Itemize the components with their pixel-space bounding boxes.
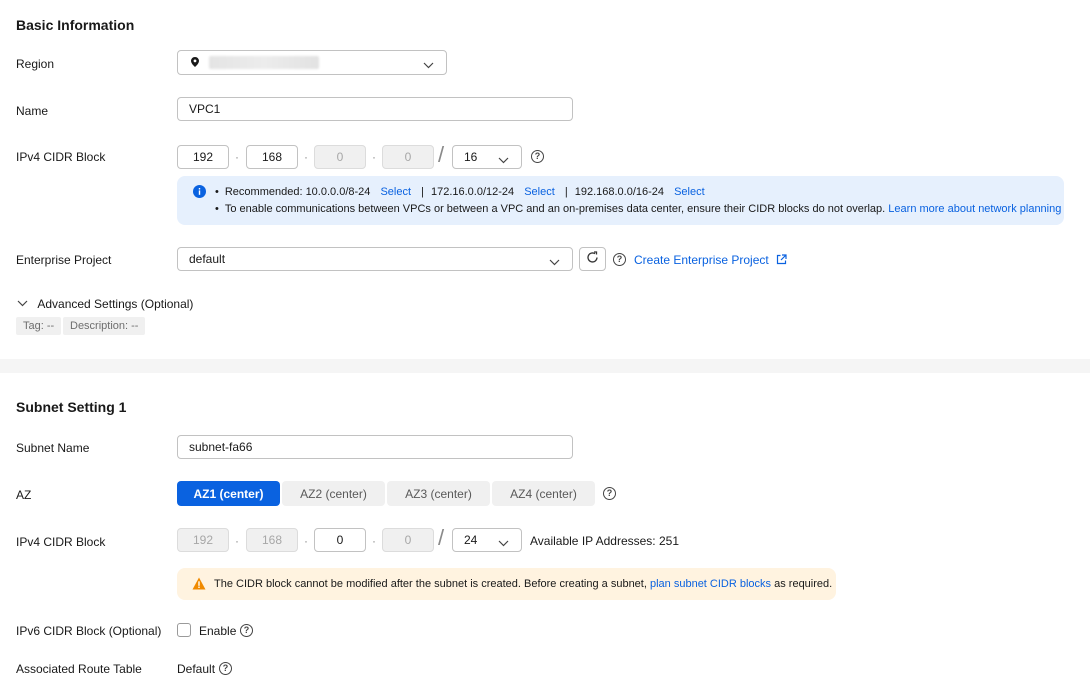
az-option-2[interactable]: AZ2 (center) [282, 481, 385, 506]
warning-icon [192, 577, 206, 593]
az-option-4[interactable]: AZ4 (center) [492, 481, 595, 506]
cidr-octet-4-value: 0 [404, 150, 412, 164]
help-icon[interactable]: ? [613, 253, 626, 266]
subnet-name-value: subnet-fa66 [189, 440, 253, 454]
cidr-warning-text: The CIDR block cannot be modified after … [214, 578, 832, 590]
chevron-down-icon [549, 255, 560, 269]
select-link-3[interactable]: Select [674, 186, 705, 198]
dot-separator: · [372, 534, 376, 548]
advanced-settings-toggle[interactable]: Advanced Settings (Optional) [17, 296, 193, 311]
plan-subnet-cidr-link[interactable]: plan subnet CIDR blocks [650, 578, 771, 590]
chevron-down-icon [498, 153, 509, 167]
info-icon [193, 185, 206, 201]
enterprise-project-label: Enterprise Project [16, 253, 112, 267]
subnet-cidr-mask-value: 24 [464, 533, 478, 547]
dot-separator: · [235, 150, 239, 164]
location-pin-icon [191, 56, 199, 70]
create-enterprise-project-link[interactable]: Create Enterprise Project [634, 253, 787, 268]
region-value-redacted [209, 56, 319, 69]
az-option-1[interactable]: AZ1 (center) [177, 481, 280, 506]
subnet-cidr-octet-1-value: 192 [192, 533, 214, 547]
ipv4-cidr-label: IPv4 CIDR Block [16, 150, 106, 164]
cidr-octet-4-input: 0 [382, 145, 434, 169]
subnet-cidr-octet-4-input: 0 [382, 528, 434, 552]
section-divider [0, 359, 1090, 373]
dot-separator: · [372, 150, 376, 164]
cidr-octet-2-input[interactable]: 168 [246, 145, 298, 169]
cidr-warning-notice: The CIDR block cannot be modified after … [177, 568, 836, 600]
help-icon[interactable]: ? [240, 624, 253, 637]
select-link-2[interactable]: Select [524, 186, 555, 198]
subnet-cidr-mask-select[interactable]: 24 [452, 528, 522, 552]
separator: | [421, 186, 424, 198]
subnet-cidr-octet-2-input: 168 [246, 528, 298, 552]
name-label: Name [16, 104, 49, 118]
external-link-icon [776, 254, 787, 268]
subnet-cidr-octet-3-value: 0 [336, 533, 344, 547]
overlap-warning-text: To enable communications between VPCs or… [224, 203, 886, 215]
recommend-line-1: • Recommended: 10.0.0.0/8-24 Select | 172.… [215, 186, 705, 198]
recommend-option-2: 172.16.0.0/12-24 [430, 186, 515, 198]
subnet-cidr-octet-1-input: 192 [177, 528, 229, 552]
dot-separator: · [235, 534, 239, 548]
route-table-label: Associated Route Table [16, 662, 142, 676]
dot-separator: · [304, 150, 308, 164]
cidr-mask-select[interactable]: 16 [452, 145, 522, 169]
network-planning-link[interactable]: Learn more about network planning [888, 203, 1061, 215]
help-icon[interactable]: ? [531, 150, 544, 163]
enterprise-project-select[interactable]: default [177, 247, 573, 271]
separator: | [564, 186, 568, 198]
subnet-ipv4-cidr-label: IPv4 CIDR Block [16, 535, 106, 549]
create-enterprise-project-label: Create Enterprise Project [634, 253, 769, 267]
route-table-value: Default [177, 662, 216, 676]
refresh-icon [586, 251, 599, 267]
recommend-option-1: Recommended: 10.0.0.0/8-24 [224, 186, 371, 198]
slash-separator: / [438, 142, 445, 167]
warning-text: The CIDR block cannot be modified after … [214, 578, 647, 590]
recommend-line-2: • To enable communications between VPCs o… [215, 203, 1062, 215]
available-ip-addresses: Available IP Addresses: 251 [530, 534, 679, 548]
description-summary-chip: Description: -- [63, 317, 146, 335]
warning-suffix: as required. [774, 578, 833, 590]
region-label: Region [16, 57, 55, 71]
subnet-cidr-octet-4-value: 0 [404, 533, 412, 547]
subnet-cidr-octet-3-input[interactable]: 0 [314, 528, 366, 552]
cidr-octet-2-value: 168 [261, 150, 283, 164]
slash-separator: / [438, 525, 445, 550]
subnet-name-label: Subnet Name [16, 441, 90, 455]
vpc-name-input[interactable]: VPC1 [177, 97, 573, 121]
help-icon[interactable]: ? [603, 487, 616, 500]
cidr-octet-3-value: 0 [336, 150, 344, 164]
chevron-down-icon [498, 536, 509, 550]
ipv6-cidr-label: IPv6 CIDR Block (Optional) [16, 624, 162, 638]
ipv6-enable-checkbox[interactable] [177, 623, 191, 637]
advanced-settings-label: Advanced Settings (Optional) [37, 297, 194, 311]
section-title-basic: Basic Information [16, 17, 135, 33]
tag-summary-chip: Tag: -- [16, 317, 62, 335]
section-title-subnet: Subnet Setting 1 [16, 399, 127, 415]
recommend-option-3: 192.168.0.0/16-24 [574, 186, 665, 198]
az-label: AZ [16, 488, 32, 502]
cidr-octet-3-input: 0 [314, 145, 366, 169]
subnet-name-input[interactable]: subnet-fa66 [177, 435, 573, 459]
help-icon[interactable]: ? [219, 662, 232, 675]
select-link-1[interactable]: Select [380, 186, 411, 198]
dot-separator: · [304, 534, 308, 548]
refresh-button[interactable] [579, 247, 606, 271]
subnet-cidr-octet-2-value: 168 [261, 533, 283, 547]
cidr-octet-1-value: 192 [192, 150, 214, 164]
az-option-3[interactable]: AZ3 (center) [387, 481, 490, 506]
cidr-octet-1-input[interactable]: 192 [177, 145, 229, 169]
region-select[interactable] [177, 50, 447, 75]
chevron-down-icon [423, 58, 434, 72]
chevron-down-icon [17, 296, 28, 310]
enterprise-project-value: default [189, 252, 226, 266]
cidr-recommendation-notice: • Recommended: 10.0.0.0/8-24 Select | 172.… [177, 176, 1064, 225]
ipv6-enable-label: Enable [199, 624, 237, 638]
vpc-name-value: VPC1 [189, 102, 221, 116]
cidr-mask-value: 16 [464, 150, 478, 164]
